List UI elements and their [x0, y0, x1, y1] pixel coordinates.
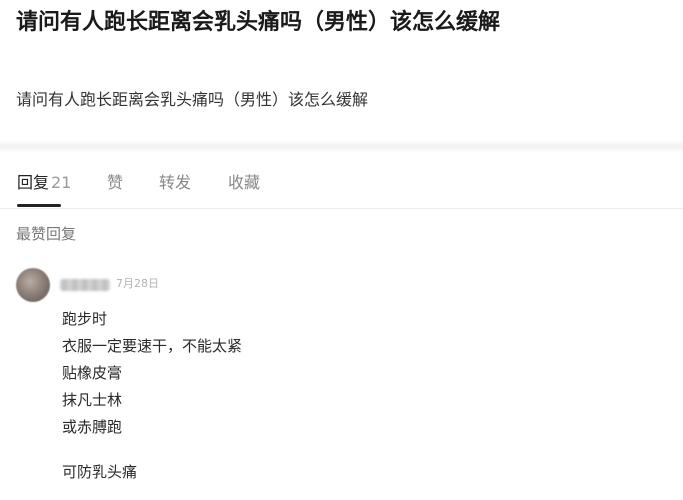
tab-favorites-label: 收藏	[228, 173, 261, 192]
tab-likes-label: 赞	[107, 173, 124, 192]
tab-likes[interactable]: 赞	[107, 172, 123, 194]
tab-replies-count: 21	[51, 173, 72, 192]
username-blurred[interactable]	[60, 279, 110, 291]
reply-line: 贴橡皮膏	[62, 364, 123, 382]
reply-line: 或赤膊跑	[62, 418, 123, 436]
reply-line: 可防乳头痛	[62, 463, 138, 481]
tab-favorites[interactable]: 收藏	[228, 172, 260, 194]
tab-reposts[interactable]: 转发	[159, 172, 191, 194]
tab-reposts-label: 转发	[159, 173, 192, 192]
active-tab-indicator	[17, 204, 61, 207]
tab-bar: 回复 21 赞 转发 收藏	[0, 160, 683, 209]
section-label: 最赞回复	[16, 225, 77, 243]
reply-date: 7月28日	[116, 277, 159, 290]
reply-line: 抹凡士林	[62, 391, 123, 409]
question-title: 请问有人跑长距离会乳头痛吗（男性）该怎么缓解	[16, 10, 501, 35]
reply-line: 衣服一定要速干，不能太紧	[62, 337, 243, 355]
avatar[interactable]	[16, 268, 50, 302]
tab-replies[interactable]: 回复 21	[17, 172, 71, 194]
reply-line: 跑步时	[62, 310, 108, 328]
question-body: 请问有人跑长距离会乳头痛吗（男性）该怎么缓解	[16, 90, 369, 109]
reply-content: 跑步时 衣服一定要速干，不能太紧 贴橡皮膏 抹凡士林 或赤膊跑 可防乳头痛	[62, 306, 242, 486]
tab-replies-label: 回复	[17, 173, 50, 192]
section-divider	[0, 140, 683, 152]
